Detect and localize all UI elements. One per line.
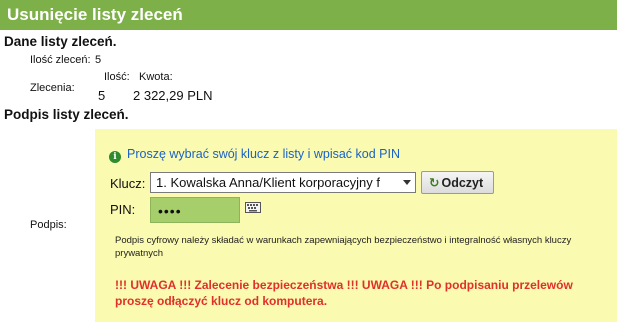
orders-label: Zlecenia:	[30, 82, 75, 94]
order-count-value: 5	[95, 54, 102, 66]
signature-field-label: Podpis:	[30, 219, 67, 231]
order-count-label: Ilość zleceń:	[30, 54, 91, 66]
pin-input-value: ••••	[158, 203, 182, 219]
key-label: Klucz:	[110, 176, 146, 191]
info-message-text: Proszę wybrać swój klucz z listy i wpisa…	[127, 147, 400, 161]
read-key-button[interactable]: ↻ Odczyt	[421, 171, 494, 194]
info-icon: i	[109, 151, 121, 163]
signature-panel: i Proszę wybrać swój klucz z listy i wpis…	[95, 129, 617, 322]
order-details-section-title: Dane listy zleceń.	[4, 34, 117, 49]
signature-section-title: Podpis listy zleceń.	[4, 107, 129, 122]
pin-label: PIN:	[110, 202, 136, 217]
amount-value: 2 322,29 PLN	[133, 88, 213, 103]
quantity-value: 5	[98, 88, 106, 103]
refresh-icon: ↻	[429, 176, 440, 190]
page-title: Usunięcie listy zleceń	[7, 5, 183, 24]
amount-header: Kwota:	[139, 71, 173, 83]
info-message: i Proszę wybrać swój klucz z listy i wpis…	[109, 147, 400, 163]
quantity-header: Ilość:	[104, 71, 130, 83]
read-key-button-label: Odczyt	[441, 176, 484, 190]
signature-note: Podpis cyfrowy należy składać w warunkac…	[115, 235, 572, 259]
pin-input[interactable]: ••••	[150, 197, 240, 223]
key-select-value: 1. Kowalska Anna/Klient korporacyjny f	[156, 175, 381, 190]
chevron-down-icon[interactable]	[403, 180, 411, 185]
page-header: Usunięcie listy zleceń	[0, 0, 617, 30]
key-select[interactable]: 1. Kowalska Anna/Klient korporacyjny f	[150, 172, 416, 193]
keyboard-icon[interactable]	[245, 202, 261, 213]
security-warning: !!! UWAGA !!! Zalecenie bezpieczeństwa !…	[115, 278, 573, 308]
